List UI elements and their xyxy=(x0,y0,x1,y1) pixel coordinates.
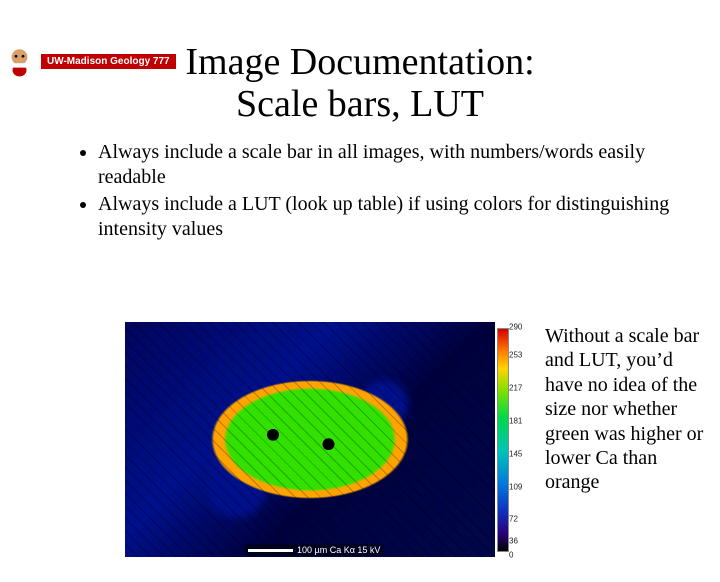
intensity-map xyxy=(125,322,495,557)
scale-bar: 100 µm Ca Kα 15 kV xyxy=(245,544,383,556)
lut-tick: 72 xyxy=(509,515,518,524)
figure-caption: Without a scale bar and LUT, you’d have … xyxy=(545,324,705,495)
lut-gradient xyxy=(497,328,509,552)
scale-bar-text: 100 µm Ca Kα 15 kV xyxy=(297,545,380,555)
bullet-item: Always include a LUT (look up table) if … xyxy=(98,192,670,242)
title-line-2: Scale bars, LUT xyxy=(236,83,484,125)
lut-tick: 36 xyxy=(509,536,518,545)
bullet-item: Always include a scale bar in all images… xyxy=(98,140,670,190)
lut-tick: 253 xyxy=(509,350,522,359)
title-line-1: Image Documentation: xyxy=(185,41,534,83)
scale-bar-line xyxy=(248,549,293,552)
lut-tick: 145 xyxy=(509,449,522,458)
lut-tick: 290 xyxy=(509,322,522,331)
lut-tick: 0 xyxy=(509,550,513,559)
lut-tick: 181 xyxy=(509,416,522,425)
figure: 100 µm Ca Kα 15 kV 290 253 217 181 145 1… xyxy=(125,322,515,572)
course-header: UW-Madison Geology 777 xyxy=(2,44,176,79)
course-chip: UW-Madison Geology 777 xyxy=(41,54,176,69)
lut-colorbar: 290 253 217 181 145 109 72 36 0 xyxy=(497,322,513,557)
lut-tick: 109 xyxy=(509,482,522,491)
bullet-list: Always include a scale bar in all images… xyxy=(80,140,670,242)
lut-tick: 217 xyxy=(509,383,522,392)
mascot-icon xyxy=(2,44,37,79)
